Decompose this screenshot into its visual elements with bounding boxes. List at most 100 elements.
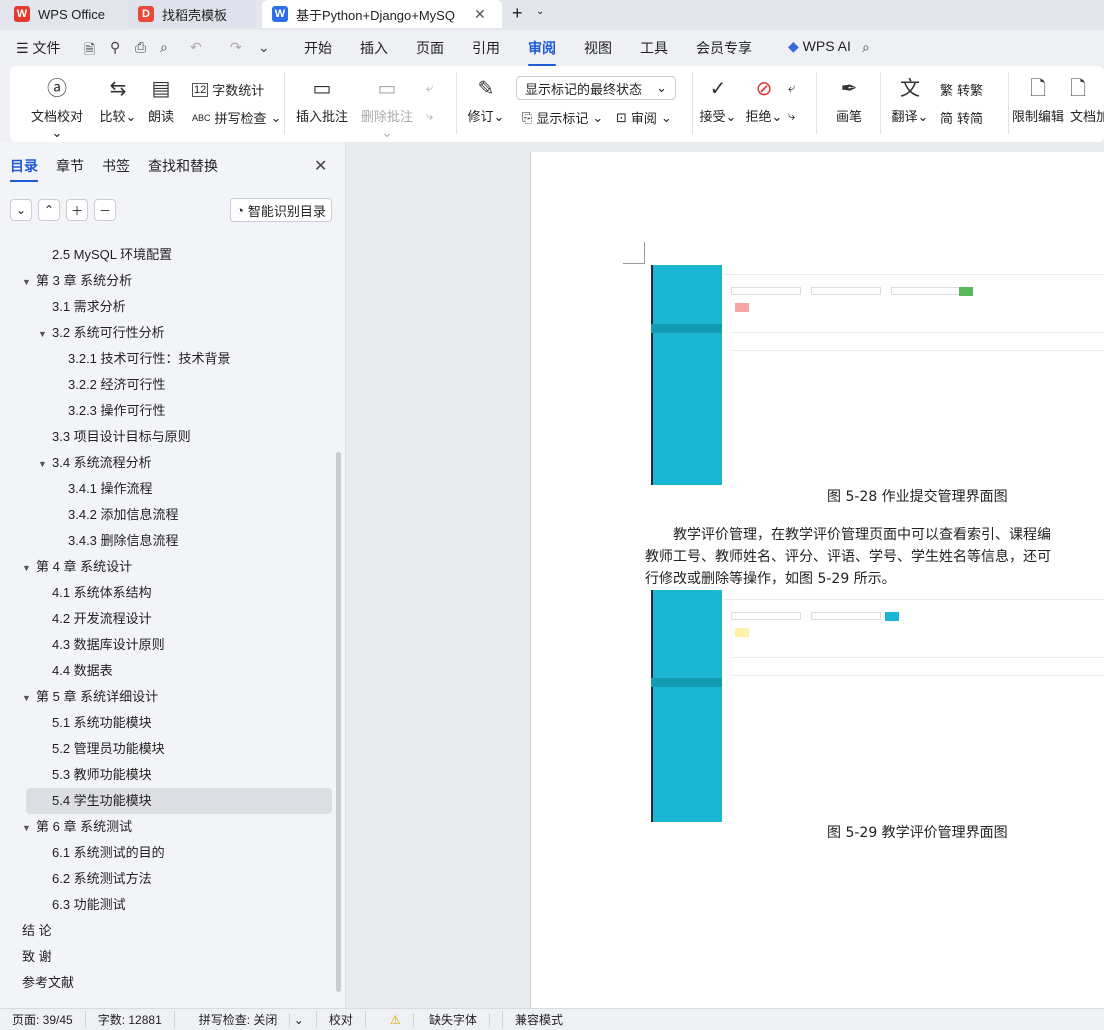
- new-tab-button[interactable]: +: [512, 3, 523, 24]
- chevron-down-icon[interactable]: ▼: [22, 269, 36, 295]
- wps-ai-button[interactable]: ◆ WPS AI: [788, 38, 851, 55]
- redo-icon[interactable]: ↷: [230, 39, 242, 56]
- prev-comment-icon[interactable]: ⤶: [426, 80, 433, 96]
- toc-item[interactable]: 4.1 系统体系结构: [52, 580, 152, 606]
- spell-status[interactable]: 拼写检查: 关闭 ⌄: [175, 1011, 317, 1028]
- to-simplified-button[interactable]: 简转简: [940, 108, 983, 127]
- read-aloud-button[interactable]: ▤ 朗读: [146, 76, 176, 125]
- toc-item[interactable]: 3.1 需求分析: [52, 294, 126, 320]
- toc-item[interactable]: ▼ 第 6 章 系统测试: [22, 814, 132, 840]
- toc-item[interactable]: 结 论: [22, 918, 52, 944]
- chevron-down-icon[interactable]: ⌄: [536, 6, 544, 17]
- reject-button[interactable]: ⊘ 拒绝⌄: [744, 76, 784, 125]
- menu-home[interactable]: 开始: [304, 38, 332, 58]
- scrollbar[interactable]: [336, 452, 341, 992]
- tab-bookmarks[interactable]: 书签: [102, 156, 130, 182]
- chevron-down-icon[interactable]: ▼: [22, 685, 36, 711]
- toc-item[interactable]: 6.2 系统测试方法: [52, 866, 152, 892]
- toc-item[interactable]: ▼ 第 4 章 系统设计: [22, 554, 132, 580]
- file-menu[interactable]: ☰ 文件: [16, 38, 60, 58]
- toc-item[interactable]: ▼ 第 3 章 系统分析: [22, 268, 132, 294]
- tab-find-replace[interactable]: 查找和替换: [148, 156, 218, 182]
- accept-button[interactable]: ✓ 接受⌄: [698, 76, 738, 125]
- toc-item[interactable]: 3.4.1 操作流程: [68, 476, 153, 502]
- proof-status[interactable]: 校对: [317, 1011, 366, 1028]
- chevron-down-icon[interactable]: ▼: [22, 815, 36, 841]
- compare-button[interactable]: ⇆ 比较⌄: [96, 76, 140, 125]
- proof-button[interactable]: ⓐ 文档校对⌄: [26, 76, 88, 141]
- insert-comment-button[interactable]: ▭ 插入批注: [296, 76, 348, 125]
- remove-heading-button[interactable]: －: [94, 199, 116, 221]
- save-icon[interactable]: 🗎: [84, 39, 95, 63]
- undo-icon[interactable]: ↶: [190, 39, 202, 56]
- track-changes-button[interactable]: ✎ 修订⌄: [466, 76, 506, 125]
- missing-font[interactable]: ⚠ 缺失字体: [366, 1011, 503, 1028]
- doc-encrypt-button[interactable]: 🗋 文档加: [1070, 76, 1104, 125]
- toc-item[interactable]: 6.1 系统测试的目的: [52, 840, 165, 866]
- toc-item[interactable]: 4.3 数据库设计原则: [52, 632, 165, 658]
- menu-review[interactable]: 审阅: [528, 38, 556, 66]
- toc-item[interactable]: 3.2.3 操作可行性: [68, 398, 166, 424]
- menu-page[interactable]: 页面: [416, 38, 444, 58]
- delete-comment-button[interactable]: ▭ 删除批注⌄: [356, 76, 418, 141]
- pen-button[interactable]: ✒ 画笔: [834, 76, 864, 125]
- tab-wps-office[interactable]: W WPS Office: [4, 0, 120, 28]
- chevron-down-icon[interactable]: ▼: [38, 451, 52, 477]
- search-icon[interactable]: ⌕: [862, 39, 870, 56]
- word-count[interactable]: 字数: 12881: [86, 1011, 175, 1028]
- review-pane-button[interactable]: ⊡ 审阅 ⌄: [616, 108, 672, 127]
- close-icon[interactable]: ✕: [314, 156, 327, 176]
- menu-member[interactable]: 会员专享: [696, 38, 752, 58]
- toc-item[interactable]: 5.3 教师功能模块: [52, 762, 152, 788]
- to-traditional-button[interactable]: 繁转繁: [940, 80, 983, 99]
- print-icon[interactable]: ⎙: [135, 39, 146, 56]
- toc-item[interactable]: 5.1 系统功能模块: [52, 710, 152, 736]
- add-heading-button[interactable]: ＋: [66, 199, 88, 221]
- menu-insert[interactable]: 插入: [360, 38, 388, 58]
- toc-item[interactable]: ▼ 3.4 系统流程分析: [38, 450, 152, 476]
- toc-item[interactable]: 4.4 数据表: [52, 658, 113, 684]
- prev-change-icon[interactable]: ⤶: [788, 80, 795, 96]
- toc-item[interactable]: 致 谢: [22, 944, 52, 970]
- menu-view[interactable]: 视图: [584, 38, 612, 58]
- tab-sections[interactable]: 章节: [56, 156, 84, 182]
- toc-item[interactable]: 2.5 MySQL 环境配置: [52, 242, 172, 268]
- more-icon[interactable]: ⌄: [258, 39, 270, 56]
- menu-tools[interactable]: 工具: [640, 38, 668, 58]
- show-markup-button[interactable]: ⎘ 显示标记 ⌄: [522, 108, 603, 127]
- toc-item[interactable]: 5.2 管理员功能模块: [52, 736, 165, 762]
- share-icon[interactable]: ⚲: [110, 39, 120, 56]
- toc-item[interactable]: 参考文献: [22, 970, 74, 996]
- toc-item[interactable]: 4.2 开发流程设计: [52, 606, 152, 632]
- tab-toc[interactable]: 目录: [10, 156, 38, 182]
- restrict-edit-button[interactable]: 🗋 限制编辑: [1012, 76, 1064, 125]
- toc-item[interactable]: 3.2.1 技术可行性：技术背景: [68, 346, 231, 372]
- spell-check-button[interactable]: ABC 拼写检查 ⌄: [192, 108, 281, 127]
- toc-item[interactable]: 3.3 项目设计目标与原则: [52, 424, 191, 450]
- next-change-icon[interactable]: ⤷: [788, 108, 795, 124]
- toc-item[interactable]: 3.4.3 删除信息流程: [68, 528, 179, 554]
- print-preview-icon[interactable]: ⌕: [160, 39, 168, 56]
- expand-button[interactable]: ⌃: [38, 199, 60, 221]
- tab-docer[interactable]: D 找稻壳模板: [128, 0, 256, 28]
- toc-label: 参考文献: [22, 975, 75, 990]
- collapse-button[interactable]: ⌄: [10, 199, 32, 221]
- chevron-down-icon[interactable]: ▼: [22, 555, 36, 581]
- toc-item[interactable]: 3.4.2 添加信息流程: [68, 502, 179, 528]
- smart-toc-button[interactable]: ◔ 智能识别目录: [230, 198, 332, 222]
- markup-state-select[interactable]: 显示标记的最终状态 ⌄: [516, 76, 676, 100]
- next-comment-icon[interactable]: ⤷: [426, 108, 433, 124]
- toc-item[interactable]: ▼ 3.2 系统可行性分析: [38, 320, 165, 346]
- toc-item[interactable]: ▼ 第 5 章 系统详细设计: [22, 684, 158, 710]
- toc-label: 4.2 开发流程设计: [52, 611, 152, 626]
- menu-reference[interactable]: 引用: [472, 38, 500, 58]
- chevron-down-icon[interactable]: ▼: [38, 321, 52, 347]
- tab-document[interactable]: W 基于Python+Django+MySQ ✕: [262, 0, 502, 28]
- page-indicator[interactable]: 页面: 39/45: [0, 1011, 86, 1028]
- toc-item[interactable]: 3.2.2 经济可行性: [68, 372, 166, 398]
- word-count-button[interactable]: 12 字数统计: [192, 80, 264, 99]
- close-icon[interactable]: ✕: [474, 6, 486, 23]
- translate-button[interactable]: 文翻译⌄: [890, 76, 930, 125]
- toc-item[interactable]: 6.3 功能测试: [52, 892, 126, 918]
- toc-item[interactable]: 5.4 学生功能模块: [26, 788, 332, 814]
